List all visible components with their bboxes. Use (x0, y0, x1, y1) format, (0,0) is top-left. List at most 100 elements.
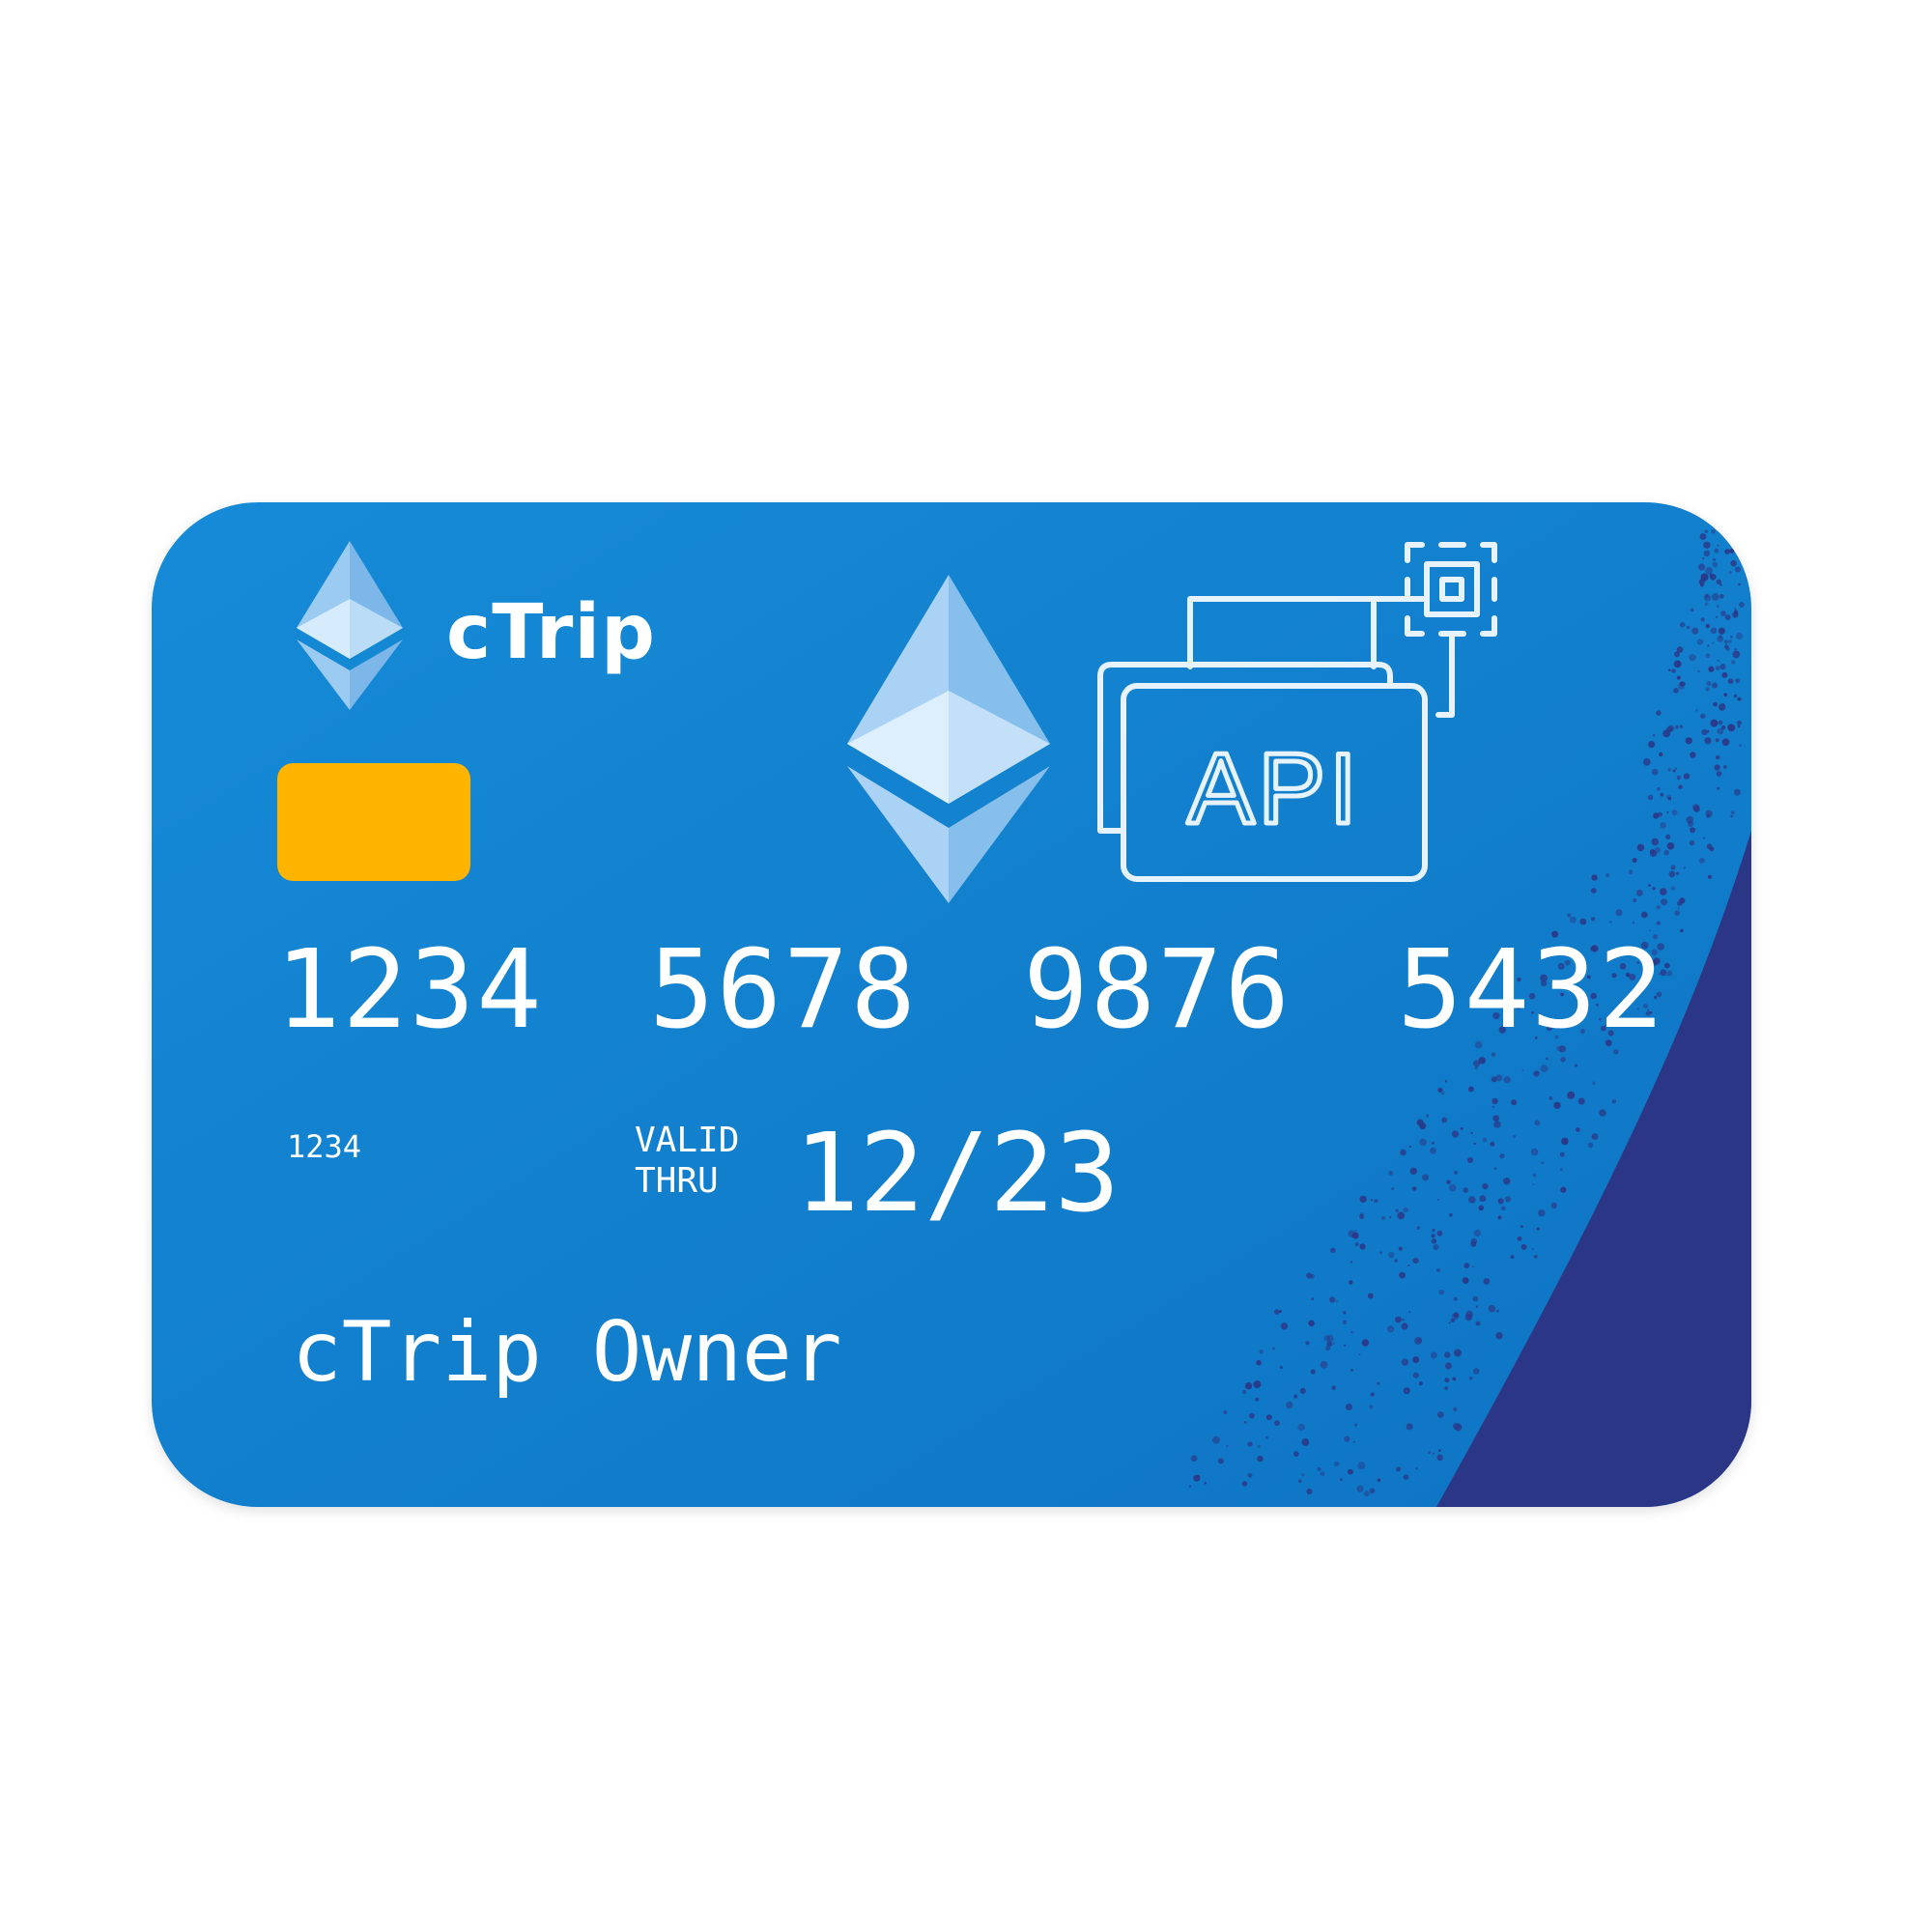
speckle (1204, 1481, 1207, 1485)
expiry-date: 12/23 (794, 1111, 1121, 1236)
speckle (1463, 1187, 1469, 1193)
speckle (1717, 605, 1719, 609)
speckle (1686, 815, 1694, 824)
speckle (1666, 970, 1673, 977)
speckle (1367, 1293, 1374, 1299)
speckle (1692, 804, 1700, 811)
speckle (1473, 1229, 1481, 1237)
speckle (1274, 1420, 1280, 1427)
speckle (1733, 535, 1737, 539)
speckle (1330, 1247, 1336, 1253)
speckle (1416, 1226, 1420, 1230)
speckle (1643, 758, 1651, 766)
speckle (1720, 530, 1723, 533)
speckle (1391, 1187, 1394, 1191)
speckle (1708, 874, 1712, 879)
speckle (1708, 666, 1715, 672)
speckle (1576, 1127, 1580, 1132)
speckle (1530, 1148, 1539, 1156)
speckle (1654, 846, 1661, 854)
speckle (1451, 1130, 1460, 1138)
speckle (1444, 1351, 1451, 1358)
speckle (1403, 1207, 1408, 1213)
speckle (1656, 905, 1661, 910)
speckle (1356, 1485, 1364, 1492)
speckle (1737, 724, 1741, 728)
speckle (1679, 897, 1686, 904)
speckle (1499, 1153, 1505, 1159)
speckle (1695, 709, 1698, 712)
speckle (1468, 1086, 1474, 1093)
speckle (1343, 1311, 1347, 1315)
speckle (1422, 1174, 1430, 1181)
speckle (1706, 680, 1712, 687)
speckle (1651, 768, 1659, 776)
speckle (1668, 668, 1671, 671)
speckle (1648, 884, 1651, 887)
speckle (1710, 627, 1718, 635)
speckle (1609, 921, 1612, 923)
speckle (1380, 1215, 1386, 1221)
speckle (1666, 842, 1675, 850)
speckle (1739, 602, 1745, 608)
speckle (1247, 1441, 1253, 1447)
speckle (1446, 1179, 1451, 1184)
speckle (1541, 1161, 1545, 1165)
speckle (1676, 775, 1681, 781)
speckle (1592, 1081, 1596, 1085)
card-small-code: 1234 (287, 1128, 362, 1165)
speckle (1683, 773, 1690, 780)
speckle (1517, 1236, 1522, 1241)
speckle (1463, 1263, 1470, 1269)
speckle (1660, 888, 1667, 895)
speckle (1305, 1341, 1310, 1346)
speckle (1680, 928, 1684, 933)
speckle (1699, 582, 1705, 587)
speckle (1739, 744, 1742, 747)
speckle (1454, 1170, 1459, 1175)
speckle (1587, 1142, 1594, 1149)
speckle (1704, 602, 1709, 606)
speckle (1432, 1228, 1435, 1233)
speckle (1567, 913, 1572, 918)
speckle (1727, 724, 1736, 732)
speckle (1397, 1211, 1406, 1220)
speckle (1492, 1097, 1498, 1105)
speckle (1712, 557, 1717, 562)
card-number: 1234 5678 9876 5432 (275, 927, 1666, 1053)
speckle (1676, 871, 1680, 875)
valid-label-line2: THRU (635, 1161, 719, 1201)
speckle (1454, 1349, 1462, 1357)
speckle (1727, 678, 1734, 684)
speckle (1293, 1451, 1299, 1457)
speckle (1685, 737, 1692, 745)
speckle (1605, 872, 1610, 878)
speckle (1540, 1065, 1548, 1073)
speckle (1690, 752, 1696, 758)
speckle (1217, 1458, 1224, 1464)
speckle (1671, 668, 1676, 673)
speckle (1696, 639, 1704, 645)
speckle (1736, 720, 1742, 725)
speckle (1729, 549, 1735, 554)
speckle (1349, 1280, 1353, 1285)
speckle (1432, 1141, 1435, 1145)
speckle (1660, 822, 1666, 829)
speckle (1257, 1455, 1264, 1463)
speckle (1350, 1330, 1353, 1334)
speckle (1196, 1474, 1200, 1478)
speckle (1363, 1491, 1370, 1497)
speckle (1496, 1309, 1500, 1313)
speckle (1320, 1471, 1325, 1477)
speckle (1491, 1052, 1496, 1058)
speckle (1286, 1401, 1293, 1409)
speckle (1724, 644, 1729, 649)
speckle (1683, 867, 1686, 869)
speckle (1661, 898, 1668, 906)
speckle (1521, 1068, 1524, 1071)
speckle (1255, 1397, 1260, 1402)
speckle (1599, 1109, 1606, 1117)
speckle (1701, 557, 1705, 560)
speckle (1738, 582, 1741, 586)
speckle (1378, 1251, 1382, 1255)
